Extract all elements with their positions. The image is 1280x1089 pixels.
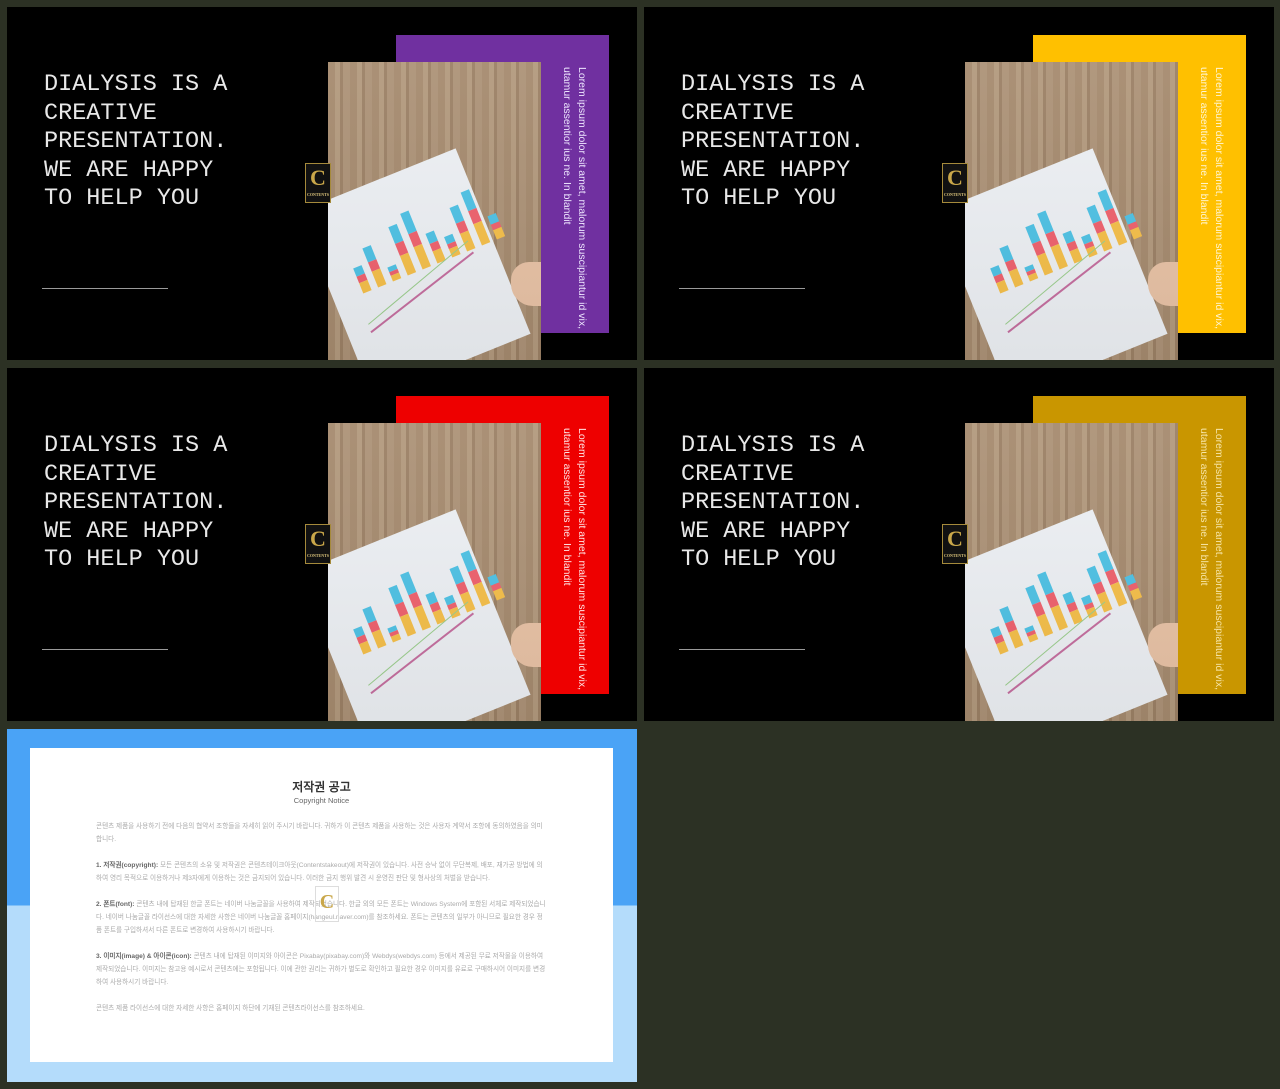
slide-title: DIALYSIS IS A CREATIVE PRESENTATION. WE …: [681, 432, 865, 573]
slide-title: DIALYSIS IS A CREATIVE PRESENTATION. WE …: [681, 71, 865, 212]
chart-bar: [1024, 625, 1039, 643]
chart-bar: [387, 625, 402, 643]
chart-bar: [1062, 230, 1083, 264]
slide-title: DIALYSIS IS A CREATIVE PRESENTATION. WE …: [44, 71, 228, 212]
notice-title: 저작권 공고: [292, 780, 351, 794]
chart-bar: [999, 244, 1024, 288]
chart-bar: [443, 233, 461, 258]
chart-bar: [352, 625, 372, 655]
hand: [511, 262, 541, 306]
chart-bar: [449, 565, 476, 613]
notice-card: 저작권 공고 Copyright Notice 콘텐츠 제품을 사용하기 전에 …: [30, 748, 613, 1062]
chart-bar: [1086, 565, 1113, 613]
slide-thumbnail-4[interactable]: DIALYSIS IS A CREATIVE PRESENTATION. WE …: [644, 368, 1274, 721]
chart-bar: [388, 223, 417, 276]
section-text: 모든 콘텐츠의 소유 및 저작권은 콘텐츠테이크아웃(Contentstakeo…: [96, 862, 543, 882]
chart-bar: [443, 594, 461, 619]
divider-line: [679, 649, 805, 650]
chart-bar: [999, 605, 1024, 649]
hand: [1148, 262, 1178, 306]
section-label: 3. 이미지(image) & 아이콘(icon):: [96, 953, 192, 960]
section-label: 1. 저작권(copyright):: [96, 862, 159, 869]
chart-paper: [328, 148, 531, 360]
chart-bar: [425, 230, 446, 264]
slide-title: DIALYSIS IS A CREATIVE PRESENTATION. WE …: [44, 432, 228, 573]
hand: [511, 623, 541, 667]
chart-paper: [965, 148, 1168, 360]
chart-bar: [1025, 223, 1054, 276]
photo-wood-desk-chart: [965, 62, 1178, 360]
chart-bar: [449, 204, 476, 252]
side-text: Lorem ipsum dolor sit amet, malorum susc…: [561, 428, 588, 691]
slide-copyright-notice[interactable]: 저작권 공고 Copyright Notice 콘텐츠 제품을 사용하기 전에 …: [7, 729, 637, 1082]
slide-thumbnail-3[interactable]: DIALYSIS IS A CREATIVE PRESENTATION. WE …: [7, 368, 637, 721]
divider-line: [679, 288, 805, 289]
chart-bar: [1037, 210, 1068, 270]
chart-bar: [352, 264, 372, 294]
notice-intro: 콘텐츠 제품을 사용하기 전에 다음의 협약서 조항들을 자세히 읽어 주시기 …: [96, 823, 543, 843]
chart-bar: [362, 605, 387, 649]
chart-bar: [460, 549, 491, 607]
divider-line: [42, 288, 168, 289]
photo-wood-desk-chart: [328, 423, 541, 721]
chart-paper: [328, 509, 531, 721]
logo-letter: C: [947, 526, 963, 551]
logo-letter: C: [947, 165, 963, 190]
logo-letter: C: [310, 526, 326, 551]
chart-bar: [989, 625, 1009, 655]
notice-section-image: 3. 이미지(image) & 아이콘(icon): 콘텐츠 내에 탑재된 이미…: [96, 950, 548, 989]
notice-footer: 콘텐츠 제품 라이선스에 대한 자세한 사항은 홈페이지 하단에 기재된 콘텐츠…: [96, 1005, 365, 1012]
chart-bar: [400, 571, 431, 631]
section-label: 2. 폰트(font):: [96, 901, 135, 908]
notice-subtitle: Copyright Notice: [293, 796, 350, 805]
chart-bar: [1086, 204, 1113, 252]
chart-bar: [1037, 571, 1068, 631]
logo-text: CONTENTS: [943, 192, 966, 197]
side-text: Lorem ipsum dolor sit amet, malorum susc…: [561, 67, 588, 330]
slide-thumbnail-1[interactable]: DIALYSIS IS A CREATIVE PRESENTATION. WE …: [7, 7, 637, 360]
chart-bar: [425, 591, 446, 625]
side-text: Lorem ipsum dolor sit amet, malorum susc…: [1198, 428, 1225, 691]
side-text: Lorem ipsum dolor sit amet, malorum susc…: [1198, 67, 1225, 330]
logo-letter: C: [310, 165, 326, 190]
logo-text: CONTENTS: [306, 553, 329, 558]
hand: [1148, 623, 1178, 667]
logo-text: CONTENTS: [306, 192, 329, 197]
logo-icon: C CONTENTS: [942, 524, 968, 564]
logo-icon: C CONTENTS: [305, 163, 331, 203]
chart-bar: [1097, 549, 1128, 607]
logo-icon: C CONTENTS: [305, 524, 331, 564]
chart-bar: [400, 210, 431, 270]
photo-wood-desk-chart: [328, 62, 541, 360]
chart-bar: [1080, 233, 1098, 258]
photo-wood-desk-chart: [965, 423, 1178, 721]
notice-body: 콘텐츠 제품을 사용하기 전에 다음의 협약서 조항들을 자세히 읽어 주시기 …: [96, 820, 548, 1028]
chart-bar: [387, 264, 402, 282]
chart-bar: [362, 244, 387, 288]
chart-bar: [487, 573, 506, 601]
watermark-logo-icon: C: [315, 886, 339, 922]
chart-bar: [1124, 212, 1143, 240]
chart-bar: [1124, 573, 1143, 601]
logo-icon: C CONTENTS: [942, 163, 968, 203]
chart-bar: [989, 264, 1009, 294]
divider-line: [42, 649, 168, 650]
chart-paper: [965, 509, 1168, 721]
chart-bar: [1024, 264, 1039, 282]
chart-bar: [388, 584, 417, 637]
chart-bar: [1025, 584, 1054, 637]
chart-bar: [1080, 594, 1098, 619]
chart-bar: [1062, 591, 1083, 625]
chart-bar: [487, 212, 506, 240]
notice-section-copyright: 1. 저작권(copyright): 모든 콘텐츠의 소유 및 저작권은 콘텐츠…: [96, 859, 548, 885]
chart-bar: [1097, 188, 1128, 246]
logo-text: CONTENTS: [943, 553, 966, 558]
chart-bar: [460, 188, 491, 246]
slide-thumbnail-2[interactable]: DIALYSIS IS A CREATIVE PRESENTATION. WE …: [644, 7, 1274, 360]
